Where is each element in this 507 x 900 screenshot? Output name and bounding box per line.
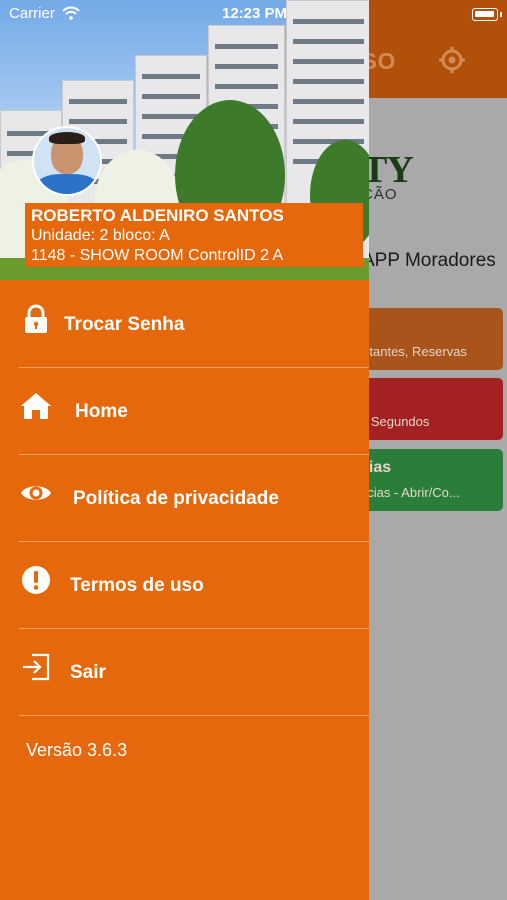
menu-item-logout[interactable]: Sair [0,629,369,716]
user-unit: Unidade: 2 bloco: A [31,227,170,244]
user-info-box: ROBERTO ALDENIRO SANTOS Unidade: 2 bloco… [25,203,363,267]
menu-divider [19,715,369,716]
carrier-label: Carrier [9,5,55,22]
menu-item-terms-of-use[interactable]: Termos de uso [0,542,369,629]
avatar [32,126,102,196]
home-icon [21,393,51,419]
menu-item-home[interactable]: Home [0,368,369,455]
card-subtitle: sitantes, Reservas [360,344,467,359]
logout-icon [23,653,50,681]
menu-label: Política de privacidade [73,488,279,509]
lock-icon [25,304,47,333]
card-subtitle: 2 Segundos [360,414,430,429]
menu-label: Termos de uso [70,575,204,596]
background-app-title: APP Moradores [362,250,496,271]
app-version: Versão 3.6.3 [26,740,128,760]
battery-icon [472,8,502,21]
user-condo: 1148 - SHOW ROOM ControlID 2 A [31,247,284,264]
wifi-icon [62,6,80,20]
exclamation-circle-icon [22,566,50,594]
menu-label: Home [75,401,128,422]
side-drawer: ROBERTO ALDENIRO SANTOS Unidade: 2 bloco… [0,0,369,900]
user-name: ROBERTO ALDENIRO SANTOS [31,206,284,225]
menu-label: Trocar Senha [64,314,185,335]
card-subtitle: ncias - Abrir/Co... [360,485,460,500]
menu-label: Sair [70,662,106,683]
drawer-header: ROBERTO ALDENIRO SANTOS Unidade: 2 bloco… [0,0,369,280]
status-bar: Carrier 12:23 PM [0,0,507,28]
menu-item-change-password[interactable]: Trocar Senha [0,281,369,368]
menu-item-privacy-policy[interactable]: Política de privacidade [0,455,369,542]
eye-icon [21,486,51,500]
target-icon [439,47,465,73]
status-time: 12:23 PM [222,5,288,22]
